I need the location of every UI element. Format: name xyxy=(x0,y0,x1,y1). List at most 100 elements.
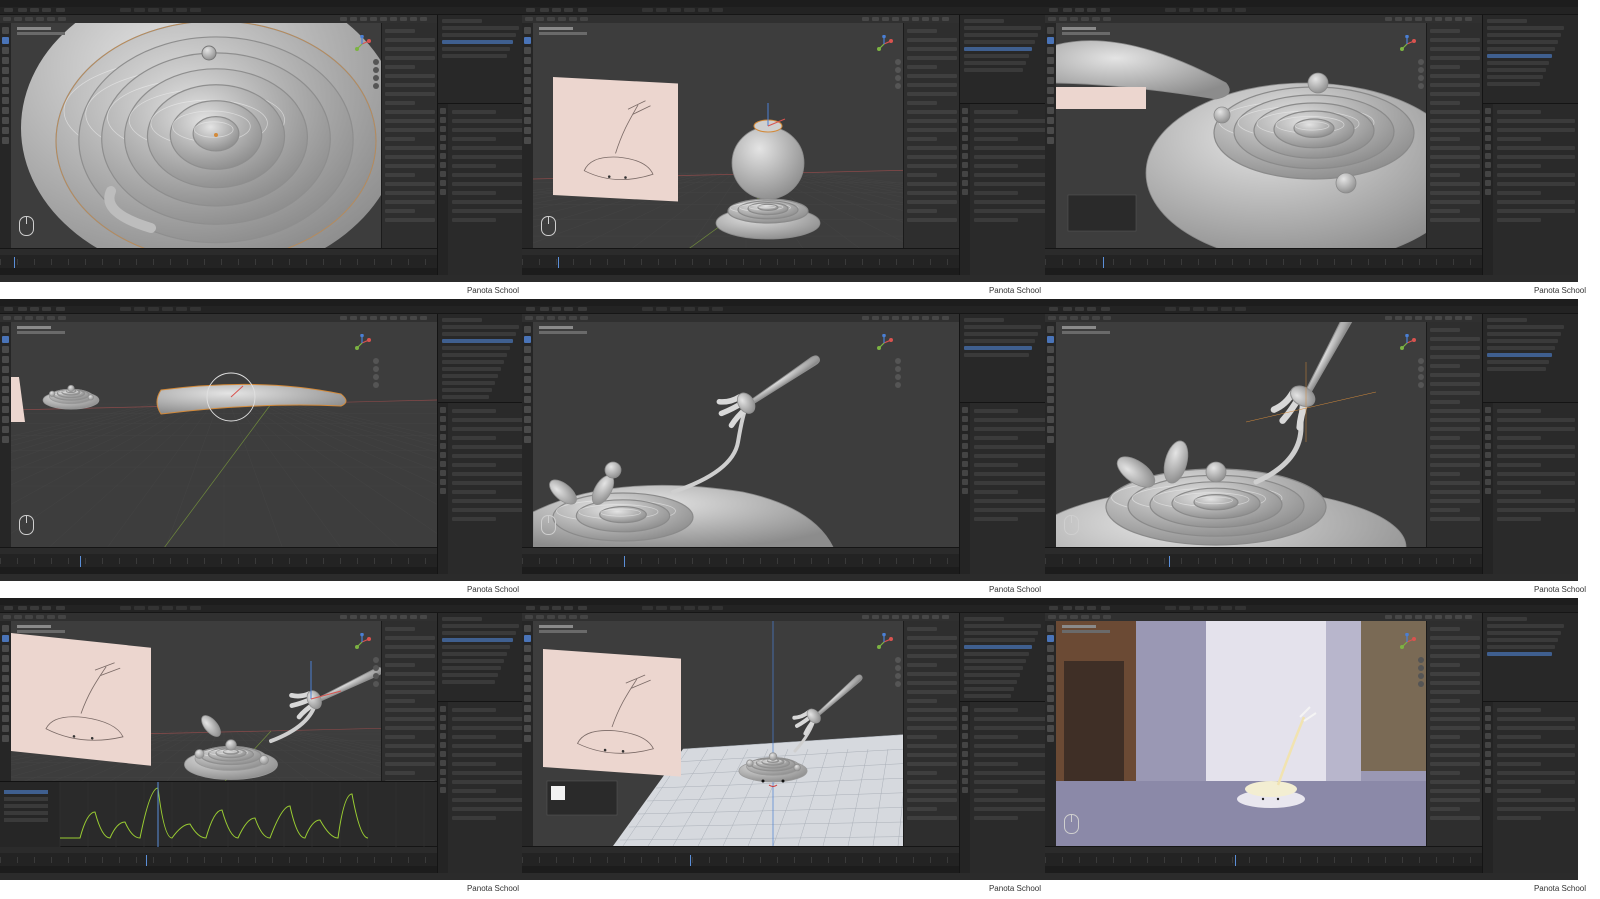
header-button[interactable] xyxy=(558,615,566,619)
header-button[interactable] xyxy=(58,615,66,619)
menu-item[interactable] xyxy=(564,606,573,610)
shading-button[interactable] xyxy=(350,615,357,619)
n-panel-field[interactable] xyxy=(1430,83,1480,87)
n-panel-field[interactable] xyxy=(1430,92,1480,96)
workspace-tab[interactable] xyxy=(712,8,723,12)
workspace-tab[interactable] xyxy=(176,307,187,311)
properties-tab-icon[interactable] xyxy=(1485,751,1491,757)
outliner-item[interactable] xyxy=(964,694,1011,698)
shading-button[interactable] xyxy=(1465,17,1472,21)
nav-button-icon[interactable] xyxy=(895,681,901,687)
properties-tab-icon[interactable] xyxy=(962,117,968,123)
tool-icon[interactable] xyxy=(524,97,531,104)
n-panel-field[interactable] xyxy=(385,717,435,721)
property-field[interactable] xyxy=(452,744,530,748)
n-panel-field[interactable] xyxy=(1430,726,1480,730)
nav-button-icon[interactable] xyxy=(895,374,901,380)
n-panel-field[interactable] xyxy=(385,654,435,658)
n-panel-field[interactable] xyxy=(1430,164,1480,168)
shading-button[interactable] xyxy=(902,615,909,619)
property-field[interactable] xyxy=(974,173,1052,177)
nav-button-icon[interactable] xyxy=(1418,83,1424,89)
shading-button[interactable] xyxy=(410,17,417,21)
header-button[interactable] xyxy=(1081,615,1089,619)
workspace-tab[interactable] xyxy=(120,606,131,610)
shading-button[interactable] xyxy=(942,17,949,21)
n-panel-field[interactable] xyxy=(385,744,435,748)
property-field[interactable] xyxy=(1497,472,1575,476)
nav-button-icon[interactable] xyxy=(895,673,901,679)
n-panel-field[interactable] xyxy=(907,56,957,60)
n-panel-field[interactable] xyxy=(1430,807,1460,811)
tool-icon[interactable] xyxy=(2,396,9,403)
shading-button[interactable] xyxy=(892,17,899,21)
property-field[interactable] xyxy=(974,807,1052,811)
n-panel-field[interactable] xyxy=(1430,173,1460,177)
tool-icon[interactable] xyxy=(2,47,9,54)
shading-button[interactable] xyxy=(932,615,939,619)
tool-icon[interactable] xyxy=(1047,77,1054,84)
properties-tab-icon[interactable] xyxy=(440,407,446,413)
outliner-item[interactable] xyxy=(442,332,516,336)
workspace-tab[interactable] xyxy=(642,307,653,311)
n-panel-field[interactable] xyxy=(1430,499,1480,503)
properties-tab-icon[interactable] xyxy=(1485,706,1491,712)
tool-icon[interactable] xyxy=(524,127,531,134)
axis-gizmo-icon[interactable] xyxy=(875,334,893,352)
header-button[interactable] xyxy=(547,17,555,21)
menu-item[interactable] xyxy=(30,307,39,311)
n-panel-field[interactable] xyxy=(385,182,435,186)
tool-icon[interactable] xyxy=(1047,326,1054,333)
n-panel-field[interactable] xyxy=(1430,780,1480,784)
outliner-item[interactable] xyxy=(1487,54,1552,58)
n-panel-field[interactable] xyxy=(1430,110,1480,114)
nav-button-icon[interactable] xyxy=(895,665,901,671)
property-field[interactable] xyxy=(452,218,496,222)
n-panel-field[interactable] xyxy=(1430,418,1480,422)
shading-button[interactable] xyxy=(932,316,939,320)
timeline-editor[interactable] xyxy=(522,248,959,275)
tool-icon[interactable] xyxy=(1047,406,1054,413)
graph-editor[interactable] xyxy=(0,781,437,847)
header-button[interactable] xyxy=(47,615,55,619)
property-field[interactable] xyxy=(1497,771,1575,775)
properties-tab-icon[interactable] xyxy=(1485,144,1491,150)
outliner-item[interactable] xyxy=(442,374,498,378)
nav-button-icon[interactable] xyxy=(1418,358,1424,364)
timeline-editor[interactable] xyxy=(0,547,437,574)
tool-icon[interactable] xyxy=(1047,87,1054,94)
tool-icon[interactable] xyxy=(1047,735,1054,742)
n-panel-field[interactable] xyxy=(1430,627,1460,631)
n-panel-field[interactable] xyxy=(907,789,957,793)
property-field[interactable] xyxy=(452,128,530,132)
outliner-item[interactable] xyxy=(442,673,498,677)
property-field[interactable] xyxy=(974,771,1052,775)
property-field[interactable] xyxy=(1497,762,1541,766)
outliner-item[interactable] xyxy=(1487,40,1558,44)
tool-icon[interactable] xyxy=(1047,705,1054,712)
menu-item[interactable] xyxy=(1063,8,1072,12)
outliner-item[interactable] xyxy=(964,353,1029,357)
property-field[interactable] xyxy=(1497,753,1575,757)
properties-tab-icon[interactable] xyxy=(962,778,968,784)
tool-icon[interactable] xyxy=(1047,386,1054,393)
menu-item[interactable] xyxy=(1087,307,1096,311)
outliner-item[interactable] xyxy=(964,645,1032,649)
n-panel-field[interactable] xyxy=(385,29,415,33)
menu-item[interactable] xyxy=(1049,8,1058,12)
tool-icon[interactable] xyxy=(2,416,9,423)
shading-button[interactable] xyxy=(922,17,929,21)
n-panel-field[interactable] xyxy=(907,110,957,114)
properties-tab-icon[interactable] xyxy=(962,425,968,431)
menu-item[interactable] xyxy=(526,307,535,311)
properties-tab-icon[interactable] xyxy=(1485,443,1491,449)
menu-item[interactable] xyxy=(578,606,587,610)
menu-item[interactable] xyxy=(552,606,561,610)
outliner-item[interactable] xyxy=(964,680,1017,684)
header-button[interactable] xyxy=(14,17,22,21)
n-panel-field[interactable] xyxy=(1430,373,1480,377)
property-field[interactable] xyxy=(974,409,1018,413)
tool-icon[interactable] xyxy=(524,715,531,722)
n-panel-field[interactable] xyxy=(907,672,957,676)
properties-tab-icon[interactable] xyxy=(962,742,968,748)
